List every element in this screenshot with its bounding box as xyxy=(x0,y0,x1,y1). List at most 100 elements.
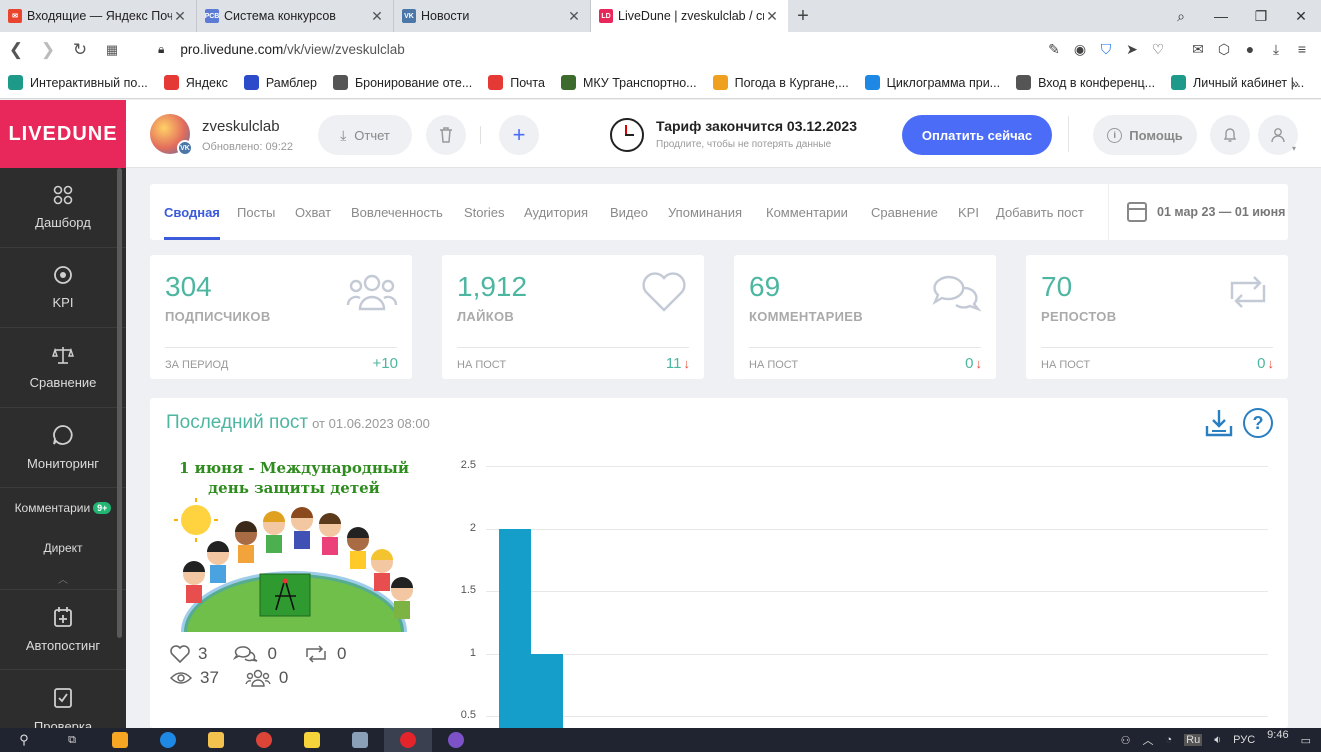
tab-posts[interactable]: Посты xyxy=(237,184,275,240)
tab-comments[interactable]: Комментарии xyxy=(766,184,848,240)
avatar[interactable]: VK xyxy=(150,114,193,156)
camera-icon[interactable]: ◉ xyxy=(1067,41,1093,58)
url-field[interactable]: 🔒︎ pro.livedune.com/vk/view/zveskulclab xyxy=(158,42,1041,57)
sidebar-scrollbar[interactable] xyxy=(117,168,122,638)
volume-icon[interactable]: 🔉︎ xyxy=(1214,734,1221,747)
add-button[interactable]: + xyxy=(499,115,539,155)
sidebar-item-compare[interactable]: Сравнение xyxy=(0,328,126,408)
close-icon[interactable]: ✕ xyxy=(369,8,385,25)
profile-menu-button[interactable]: ▾ xyxy=(1258,115,1298,155)
help-button[interactable]: i Помощь xyxy=(1093,115,1197,155)
bookmark-item[interactable]: Бронирование оте... xyxy=(332,75,472,90)
bookmark-item[interactable]: МКУ Транспортно... xyxy=(560,75,697,90)
users-icon xyxy=(346,274,398,311)
tab-compare[interactable]: Сравнение xyxy=(871,184,938,240)
sidebar-item-autoposting[interactable]: Автопостинг xyxy=(0,590,126,670)
account-name[interactable]: zveskulclab xyxy=(202,118,280,135)
close-icon[interactable]: ✕ xyxy=(566,8,582,25)
people-icon[interactable]: ⚇ xyxy=(1121,734,1131,747)
tab-reach[interactable]: Охват xyxy=(295,184,331,240)
date-range-picker[interactable]: 01 мар 23 — 01 июня xyxy=(1157,184,1285,240)
tab-video[interactable]: Видео xyxy=(610,184,648,240)
sidebar-item-monitoring[interactable]: Мониторинг xyxy=(0,408,126,488)
bookmark-item[interactable]: Вход в конференц... xyxy=(1016,75,1155,90)
tab-mentions[interactable]: Упоминания xyxy=(668,184,742,240)
app-icon[interactable] xyxy=(96,728,144,752)
bookmark-item[interactable]: Почта xyxy=(488,75,545,90)
reload-button[interactable]: ↻ xyxy=(64,34,96,66)
browser-tab[interactable]: VK Новости ✕ xyxy=(394,0,591,32)
download-icon[interactable]: ⤓ xyxy=(1263,41,1289,58)
back-button[interactable]: ❮ xyxy=(0,34,32,66)
delete-button[interactable] xyxy=(426,115,466,155)
sidebar-item-kpi[interactable]: KPI xyxy=(0,248,126,328)
browser-tab[interactable]: ✉ Входящие — Яндекс Почта ✕ xyxy=(0,0,197,32)
close-icon[interactable]: ✕ xyxy=(764,8,780,25)
sidebar-item-direct[interactable]: Директ xyxy=(0,528,126,568)
opera-icon[interactable] xyxy=(384,728,432,752)
browser-tab[interactable]: РСВ Система конкурсов ✕ xyxy=(197,0,394,32)
task-view-icon[interactable]: ⧉ xyxy=(48,728,96,752)
chart-bar[interactable] xyxy=(499,528,531,728)
new-tab-button[interactable]: + xyxy=(788,0,818,32)
close-window-button[interactable]: ✕ xyxy=(1281,0,1321,32)
sidebar-item-comments[interactable]: Комментарии 9+ xyxy=(0,488,126,528)
send-icon[interactable]: ➤ xyxy=(1119,41,1145,58)
chevron-up-icon[interactable]: ︿ xyxy=(0,568,126,590)
cube-icon[interactable]: ⬡ xyxy=(1211,41,1237,58)
edit-icon[interactable]: ✎ xyxy=(1041,41,1067,58)
help-icon[interactable]: ? xyxy=(1243,408,1273,438)
bookmark-item[interactable]: Циклограмма при... xyxy=(864,75,1000,90)
chart-bar[interactable] xyxy=(531,653,563,728)
sidebar-item-check[interactable]: Проверка xyxy=(0,670,126,728)
tab-add-post[interactable]: Добавить пост xyxy=(996,184,1084,240)
heart-icon[interactable]: ♡ xyxy=(1145,41,1171,58)
chrome-icon[interactable] xyxy=(240,728,288,752)
calculator-icon[interactable] xyxy=(336,728,384,752)
bookmark-item[interactable]: Погода в Кургане,... xyxy=(712,75,849,90)
pay-now-button[interactable]: Оплатить сейчас xyxy=(902,115,1052,155)
close-icon[interactable]: ✕ xyxy=(172,8,188,25)
tab-summary[interactable]: Сводная xyxy=(164,184,220,240)
minimize-button[interactable]: — xyxy=(1201,0,1241,32)
browser-tab-active[interactable]: LD LiveDune | zveskulclab / сводная ✕ xyxy=(591,0,788,32)
notes-icon[interactable] xyxy=(288,728,336,752)
bookmark-item[interactable]: Личный кабинет |... xyxy=(1171,75,1304,90)
profile-icon[interactable]: ● xyxy=(1237,41,1263,58)
network-icon[interactable]: ◔ xyxy=(1165,734,1172,746)
post-reposts: 0 xyxy=(303,644,346,664)
restore-button[interactable]: ❐ xyxy=(1241,0,1281,32)
tab-kpi[interactable]: KPI xyxy=(958,184,979,240)
post-image[interactable]: 1 июня - Международный день защиты детей xyxy=(166,454,422,632)
shield-icon[interactable]: ⛉ xyxy=(1093,41,1119,58)
menu-icon[interactable]: ≡ xyxy=(1289,41,1315,58)
viber-icon[interactable] xyxy=(432,728,480,752)
forward-button[interactable]: ❯ xyxy=(32,34,64,66)
tab-audience[interactable]: Аудитория xyxy=(524,184,588,240)
bookmark-item[interactable]: Интерактивный по... xyxy=(8,75,148,90)
livedune-logo[interactable]: LIVEDUNE xyxy=(0,100,126,168)
tab-engagement[interactable]: Вовлеченность xyxy=(351,184,443,240)
language-indicator[interactable]: РУС xyxy=(1233,734,1255,746)
folder-icon[interactable] xyxy=(192,728,240,752)
chevron-down-icon: ▾ xyxy=(1291,144,1296,153)
bookmark-item[interactable]: Яндекс xyxy=(163,75,228,90)
speed-dial-icon[interactable]: ▦ xyxy=(96,34,128,66)
download-icon[interactable] xyxy=(1204,408,1234,438)
keyboard-layout[interactable]: Ru xyxy=(1184,734,1203,746)
more-bookmarks-icon[interactable]: » xyxy=(1291,75,1299,91)
chevron-up-icon[interactable]: ︿ xyxy=(1142,732,1153,748)
mail-icon[interactable]: ✉ xyxy=(1185,41,1211,58)
search-tabs-icon[interactable]: ⌕ xyxy=(1161,0,1201,32)
report-button[interactable]: ⤓ Отчет xyxy=(318,115,412,155)
tab-stories[interactable]: Stories xyxy=(464,184,504,240)
sidebar-item-dashboard[interactable]: Дашборд xyxy=(0,168,126,248)
bookmark-item[interactable]: Рамблер xyxy=(243,75,317,90)
notifications-icon[interactable]: ▭ xyxy=(1301,734,1311,747)
calendar-icon[interactable] xyxy=(1127,202,1147,222)
notifications-button[interactable] xyxy=(1210,115,1250,155)
stat-label: ЛАЙКОВ xyxy=(457,309,515,324)
search-icon[interactable]: ⚲ xyxy=(0,728,48,752)
browser-icon[interactable] xyxy=(144,728,192,752)
clock[interactable]: 9:46 xyxy=(1267,729,1288,741)
